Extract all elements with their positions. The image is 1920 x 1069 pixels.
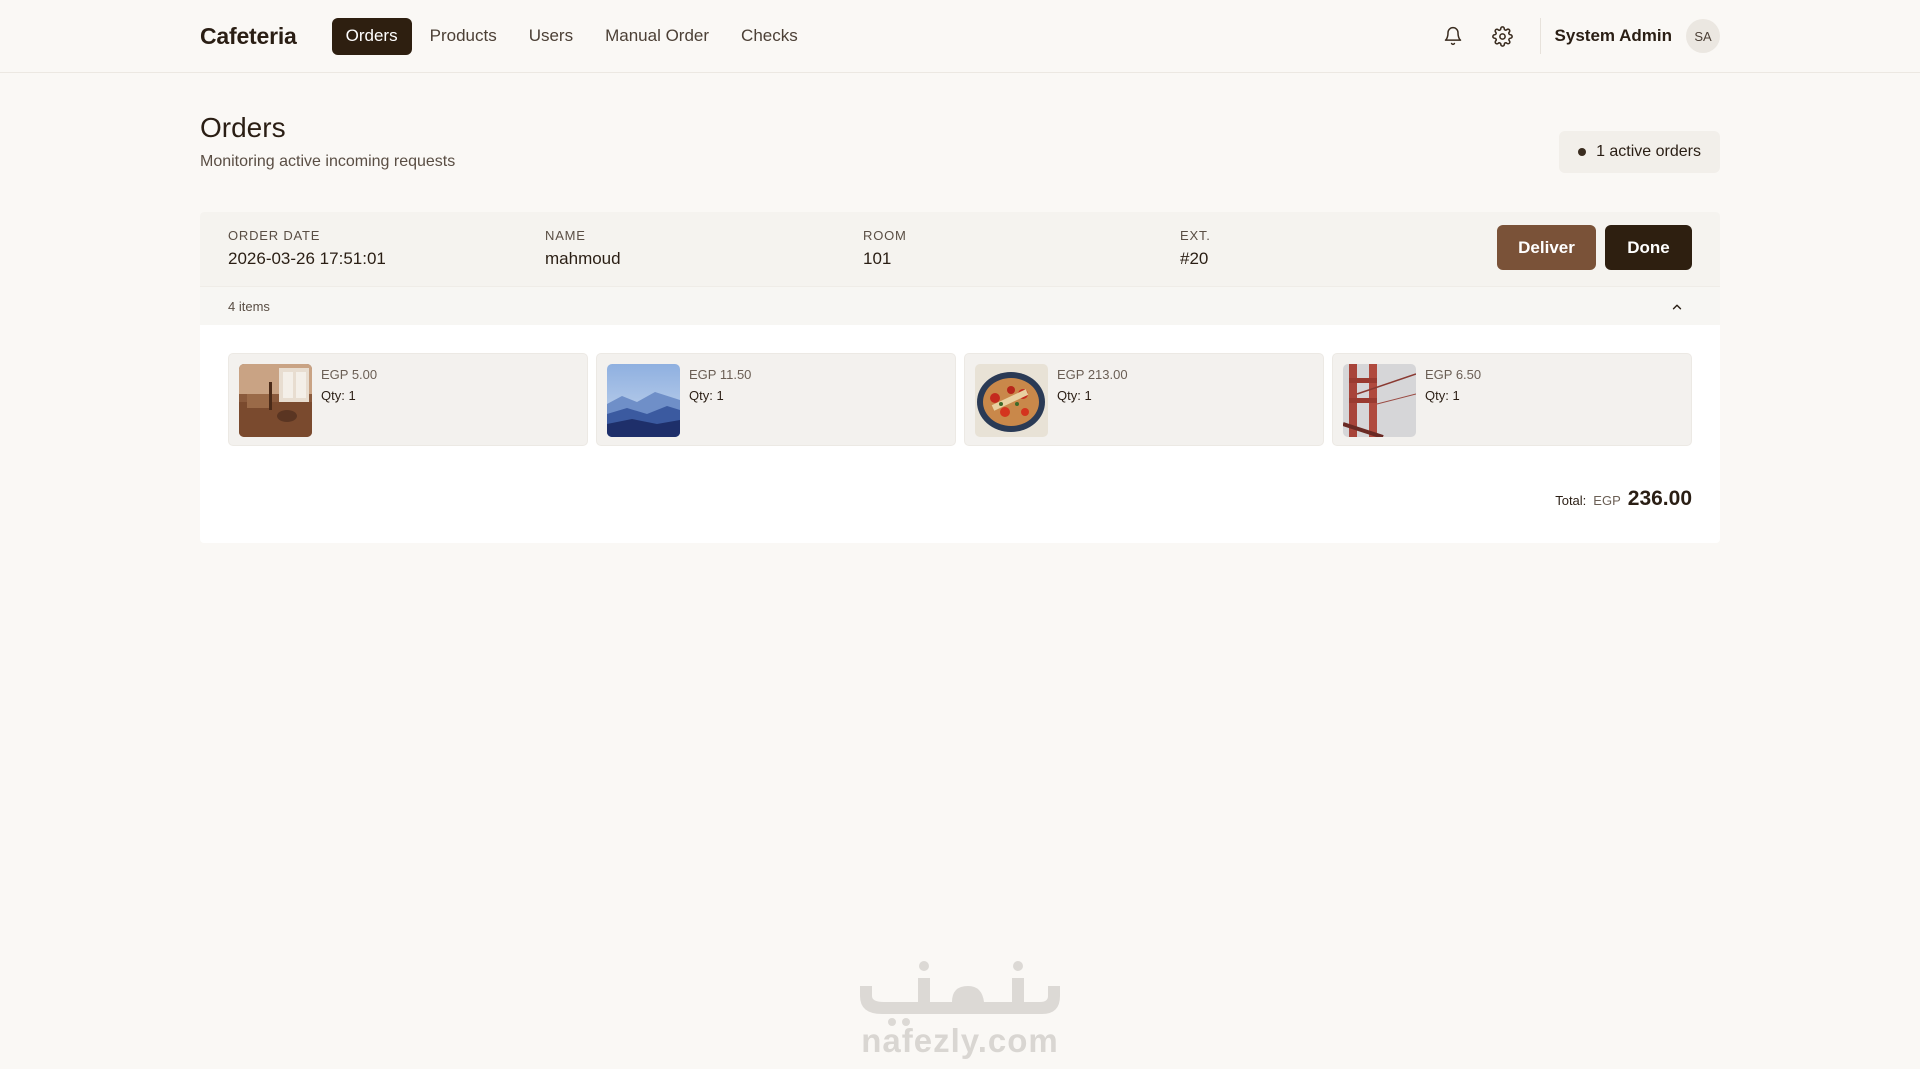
main-nav: Orders Products Users Manual Order Check…	[331, 17, 812, 55]
nav-item-checks[interactable]: Checks	[727, 18, 812, 55]
brand-logo[interactable]: Cafeteria	[200, 23, 297, 50]
item-quantity: Qty: 1	[321, 388, 356, 403]
item-quantity: Qty: 1	[1057, 388, 1092, 403]
done-button[interactable]: Done	[1605, 225, 1692, 270]
order-date-field: ORDER DATE 2026-03-26 17:51:01	[228, 228, 386, 269]
item-thumbnail	[607, 364, 680, 437]
items-count: 4 items	[228, 298, 270, 314]
order-card: ORDER DATE 2026-03-26 17:51:01 NAME mahm…	[200, 212, 1720, 543]
item-quantity: Qty: 1	[1425, 388, 1460, 403]
item-price: EGP 5.00	[321, 367, 378, 382]
items-toggle[interactable]: 4 items	[200, 286, 1720, 325]
room-value: 101	[863, 249, 892, 268]
order-items-list: EGP 5.00 Qty: 1 EGP 11.50 Qty: 1 EGP 213…	[228, 353, 1692, 446]
avatar[interactable]: SA	[1686, 19, 1720, 53]
deliver-button[interactable]: Deliver	[1497, 225, 1596, 270]
order-item: EGP 5.00 Qty: 1	[228, 353, 588, 446]
header-divider	[1539, 18, 1541, 54]
extension-value: #20	[1180, 249, 1209, 268]
page-subtitle: Monitoring active incoming requests	[200, 153, 456, 170]
gear-icon[interactable]	[1486, 19, 1520, 53]
extension-field: EXT. #20	[1180, 228, 1211, 269]
order-total: Total: EGP 236.00	[1555, 487, 1692, 511]
room-label: ROOM	[863, 228, 907, 243]
watermark-text: nafezly.com	[861, 1022, 1059, 1059]
item-thumbnail	[1343, 364, 1416, 437]
item-thumbnail	[975, 364, 1048, 437]
order-item: EGP 11.50 Qty: 1	[596, 353, 956, 446]
watermark: nafezly.com	[852, 956, 1068, 1068]
watermark-logo	[860, 961, 1060, 1026]
customer-name-field: NAME mahmoud	[545, 228, 621, 269]
extension-label: EXT.	[1180, 228, 1211, 243]
order-date-label: ORDER DATE	[228, 228, 321, 243]
user-name[interactable]: System Admin	[1555, 26, 1672, 46]
active-orders-label: 1 active orders	[1596, 143, 1701, 160]
customer-name-label: NAME	[545, 228, 586, 243]
nav-item-users[interactable]: Users	[515, 18, 587, 55]
top-navbar: Cafeteria Orders Products Users Manual O…	[0, 0, 1920, 73]
room-field: ROOM 101	[863, 228, 907, 269]
item-price: EGP 11.50	[689, 367, 752, 382]
active-orders-badge: 1 active orders	[1559, 131, 1720, 173]
item-quantity: Qty: 1	[689, 388, 724, 403]
item-price: EGP 213.00	[1057, 367, 1128, 382]
order-item: EGP 6.50 Qty: 1	[1332, 353, 1692, 446]
nav-item-manual-order[interactable]: Manual Order	[591, 18, 723, 55]
order-date-value: 2026-03-26 17:51:01	[228, 249, 386, 268]
page-title: Orders	[200, 112, 286, 143]
customer-name-value: mahmoud	[545, 249, 621, 268]
order-item: EGP 213.00 Qty: 1	[964, 353, 1324, 446]
chevron-up-icon[interactable]	[1670, 300, 1684, 314]
total-value: 236.00	[1627, 487, 1692, 510]
nav-item-products[interactable]: Products	[416, 18, 511, 55]
total-currency: EGP	[1593, 493, 1621, 508]
total-label: Total:	[1555, 493, 1587, 508]
order-header: ORDER DATE 2026-03-26 17:51:01 NAME mahm…	[200, 212, 1720, 286]
status-dot-icon	[1578, 148, 1587, 156]
item-price: EGP 6.50	[1425, 367, 1482, 382]
bell-icon[interactable]	[1436, 19, 1470, 53]
item-thumbnail	[239, 364, 312, 437]
nav-item-orders[interactable]: Orders	[331, 17, 412, 55]
